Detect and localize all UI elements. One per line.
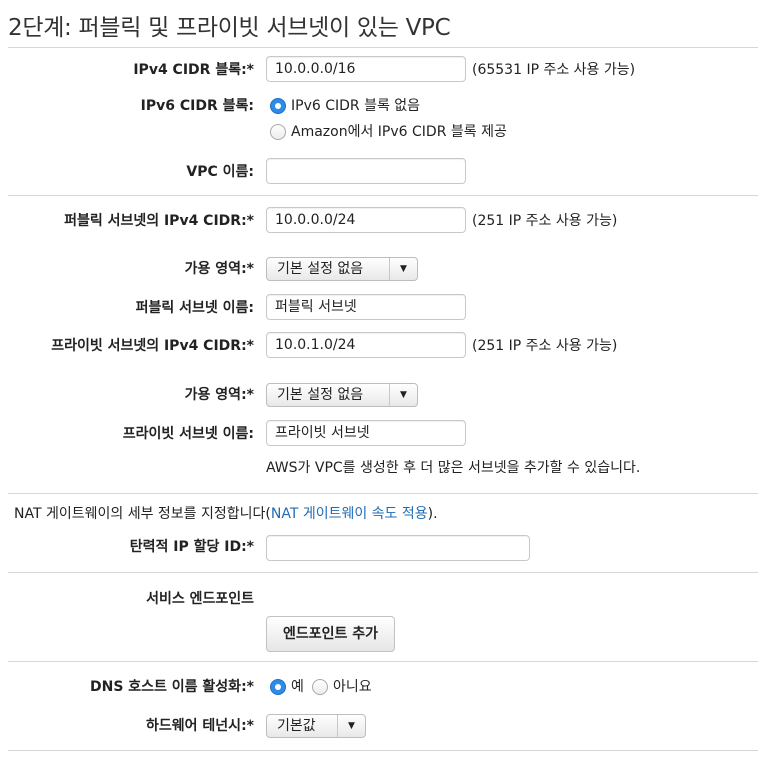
public-az-select[interactable]: 기본 설정 없음 ▼ (266, 257, 418, 281)
tenancy-select[interactable]: 기본값 ▼ (266, 714, 366, 738)
dns-option-no-label: 아니요 (333, 679, 372, 695)
nat-description: NAT 게이트웨이의 세부 정보를 지정합니다(NAT 게이트웨이 속도 적용)… (14, 504, 438, 524)
divider (8, 661, 758, 662)
public-subnet-name-input[interactable]: 퍼블릭 서브넷 (266, 294, 466, 320)
ipv4-cidr-label: IPv4 CIDR 블록:* (133, 62, 254, 78)
dns-option-yes[interactable]: 예 (270, 677, 304, 697)
divider (8, 47, 758, 48)
private-az-select[interactable]: 기본 설정 없음 ▼ (266, 383, 418, 407)
nat-rate-link[interactable]: NAT 게이트웨이 속도 적용 (271, 506, 428, 522)
public-subnet-name-label: 퍼블릭 서브넷 이름: (135, 300, 254, 316)
ipv4-cidr-input[interactable]: 10.0.0.0/16 (266, 56, 466, 82)
chevron-down-icon: ▼ (337, 715, 365, 737)
ipv6-cidr-label: IPv6 CIDR 블록: (140, 98, 254, 114)
ipv6-option-none-label: IPv6 CIDR 블록 없음 (291, 98, 421, 114)
public-az-value: 기본 설정 없음 (277, 261, 364, 277)
private-subnet-cidr-hint: (251 IP 주소 사용 가능) (472, 338, 618, 354)
subnet-note: AWS가 VPC를 생성한 후 더 많은 서브넷을 추가할 수 있습니다. (266, 460, 641, 476)
public-az-label: 가용 영역:* (184, 261, 254, 277)
dns-option-yes-label: 예 (291, 679, 304, 695)
chevron-down-icon: ▼ (389, 258, 417, 280)
vpc-name-input[interactable] (266, 158, 466, 184)
radio-selected-icon[interactable] (270, 679, 286, 695)
divider (8, 750, 758, 751)
ipv6-option-amazon-label: Amazon에서 IPv6 CIDR 블록 제공 (291, 124, 507, 140)
ipv4-cidr-hint: (65531 IP 주소 사용 가능) (472, 62, 636, 78)
private-subnet-cidr-input[interactable]: 10.0.1.0/24 (266, 332, 466, 358)
divider (8, 493, 758, 494)
eip-input[interactable] (266, 535, 530, 561)
private-az-value: 기본 설정 없음 (277, 387, 364, 403)
ipv6-option-none[interactable]: IPv6 CIDR 블록 없음 (270, 96, 420, 116)
divider (8, 195, 758, 196)
vpc-name-label: VPC 이름: (186, 164, 254, 180)
eip-label: 탄력적 IP 할당 ID:* (129, 539, 254, 555)
dns-hostnames-label: DNS 호스트 이름 활성화:* (89, 679, 254, 695)
add-endpoint-button[interactable]: 엔드포인트 추가 (266, 616, 396, 652)
service-endpoints-label: 서비스 엔드포인트 (146, 591, 254, 607)
private-az-label: 가용 영역:* (184, 387, 254, 403)
vpc-wizard-step2: 2단계: 퍼블릭 및 프라이빗 서브넷이 있는 VPC IPv4 CIDR 블록… (0, 0, 758, 774)
tenancy-value: 기본값 (277, 718, 316, 734)
chevron-down-icon: ▼ (389, 384, 417, 406)
radio-unselected-icon[interactable] (270, 124, 286, 140)
radio-unselected-icon[interactable] (312, 679, 328, 695)
nat-text-suffix: ). (427, 506, 438, 522)
tenancy-label: 하드웨어 테넌시:* (146, 718, 254, 734)
private-subnet-name-label: 프라이빗 서브넷 이름: (122, 426, 254, 442)
radio-selected-icon[interactable] (270, 98, 286, 114)
nat-text-prefix: NAT 게이트웨이의 세부 정보를 지정합니다( (14, 506, 271, 522)
public-subnet-cidr-input[interactable]: 10.0.0.0/24 (266, 207, 466, 233)
divider (8, 572, 758, 573)
public-subnet-cidr-hint: (251 IP 주소 사용 가능) (472, 213, 618, 229)
dns-option-no[interactable]: 아니요 (312, 677, 372, 697)
public-subnet-cidr-label: 퍼블릭 서브넷의 IPv4 CIDR:* (64, 213, 254, 229)
private-subnet-cidr-label: 프라이빗 서브넷의 IPv4 CIDR:* (51, 338, 254, 354)
page-title: 2단계: 퍼블릭 및 프라이빗 서브넷이 있는 VPC (8, 15, 451, 41)
ipv6-option-amazon[interactable]: Amazon에서 IPv6 CIDR 블록 제공 (270, 122, 507, 142)
private-subnet-name-input[interactable]: 프라이빗 서브넷 (266, 420, 466, 446)
